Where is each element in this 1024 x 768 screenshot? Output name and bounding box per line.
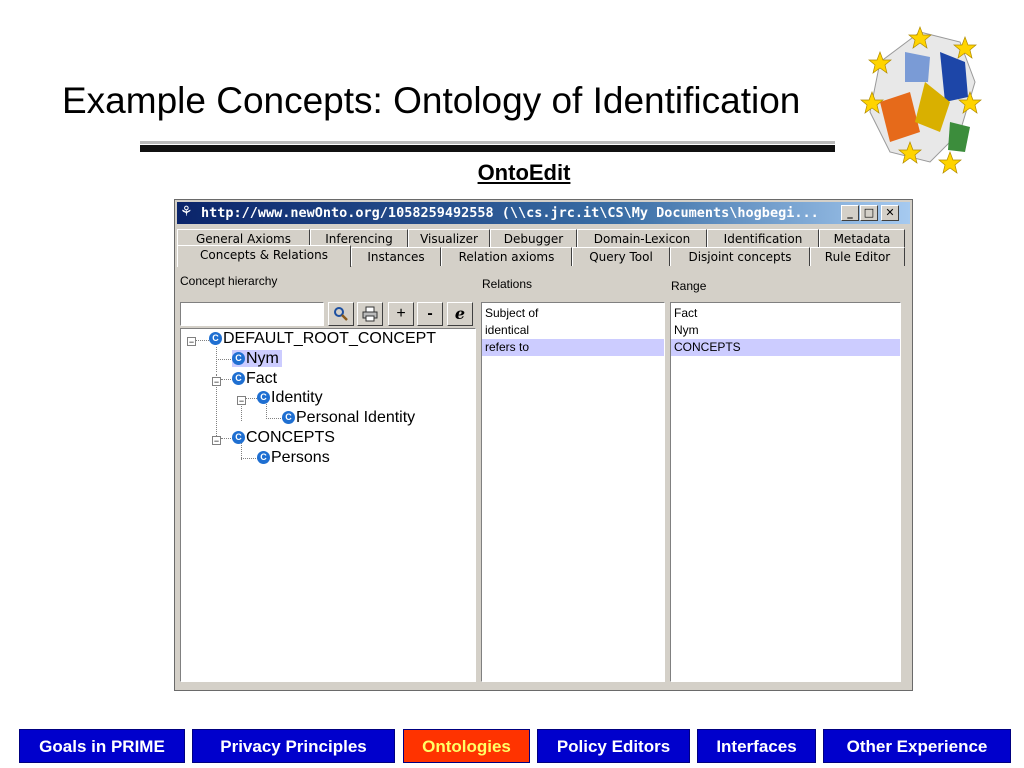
remove-concept-button[interactable]: - xyxy=(417,302,443,326)
concept-icon: C xyxy=(232,352,245,366)
range-list[interactable]: Fact Nym CONCEPTS xyxy=(670,302,901,682)
concept-icon: C xyxy=(209,332,222,346)
tree-node-nym[interactable]: C Nym xyxy=(232,350,282,367)
range-heading: Range xyxy=(671,279,707,293)
tree-node-persons[interactable]: C Persons xyxy=(257,449,330,466)
concept-icon: C xyxy=(232,431,245,445)
tab-disjoint-concepts[interactable]: Disjoint concepts xyxy=(670,247,810,266)
printer-icon xyxy=(362,306,378,322)
concept-tree-view[interactable]: − − − − C DEFAULT_ROOT_CONCEPT C Nym C Fact… xyxy=(180,328,476,682)
relation-row[interactable]: Subject of xyxy=(482,305,664,322)
tree-node-identity[interactable]: C Identity xyxy=(257,389,323,406)
tab-identification[interactable]: Identification xyxy=(707,229,819,248)
add-concept-button[interactable]: + xyxy=(388,302,414,326)
concept-search-input[interactable] xyxy=(180,302,324,326)
tab-domain-lexicon[interactable]: Domain-Lexicon xyxy=(577,229,707,248)
tree-node-default-root[interactable]: C DEFAULT_ROOT_CONCEPT xyxy=(209,330,436,347)
range-row-selected[interactable]: CONCEPTS xyxy=(671,339,900,356)
concept-hierarchy-heading: Concept hierarchy xyxy=(180,274,278,288)
window-titlebar[interactable]: ⚘ http://www.newOnto.org/1058259492558 (… xyxy=(177,202,910,224)
concept-icon: C xyxy=(282,411,295,425)
tab-relation-axioms[interactable]: Relation axioms xyxy=(441,247,572,266)
range-row[interactable]: Fact xyxy=(671,305,900,322)
tab-instances[interactable]: Instances xyxy=(351,247,441,266)
tab-concepts-relations[interactable]: Concepts & Relations xyxy=(177,245,351,267)
tree-node-personal-identity[interactable]: C Personal Identity xyxy=(282,409,415,426)
concept-icon: C xyxy=(257,391,270,405)
tree-node-fact[interactable]: C Fact xyxy=(232,370,277,387)
tree-node-concepts[interactable]: C CONCEPTS xyxy=(232,429,335,446)
concept-icon: C xyxy=(257,451,270,465)
eu-stars-emblem-logo xyxy=(860,26,982,174)
collapse-icon[interactable]: − xyxy=(212,436,221,446)
search-icon xyxy=(334,307,348,321)
tab-row-2: Concepts & Relations Instances Relation … xyxy=(177,245,910,267)
nav-privacy-principles[interactable]: Privacy Principles xyxy=(192,729,395,763)
nav-interfaces[interactable]: Interfaces xyxy=(697,729,816,763)
nav-goals-in-prime[interactable]: Goals in PRIME xyxy=(19,729,185,763)
collapse-icon[interactable]: − xyxy=(237,396,246,406)
relation-row[interactable]: identical xyxy=(482,322,664,339)
maximize-button[interactable]: □ xyxy=(860,205,878,221)
collapse-icon[interactable]: − xyxy=(212,377,221,387)
tab-debugger[interactable]: Debugger xyxy=(490,229,577,248)
subtitle: OntoEdit xyxy=(477,160,571,185)
slide-title: Example Concepts: Ontology of Identifica… xyxy=(62,80,801,121)
collapse-icon[interactable]: − xyxy=(187,337,196,347)
range-row[interactable]: Nym xyxy=(671,322,900,339)
tab-rule-editor[interactable]: Rule Editor xyxy=(810,247,905,266)
app-icon: ⚘ xyxy=(180,204,193,220)
relation-row-selected[interactable]: refers to xyxy=(482,339,664,356)
window-title: http://www.newOnto.org/1058259492558 (\\… xyxy=(201,205,819,221)
print-button[interactable] xyxy=(357,302,383,326)
nav-other-experience[interactable]: Other Experience xyxy=(823,729,1011,763)
tab-query-tool[interactable]: Query Tool xyxy=(572,247,670,266)
tab-visualizer[interactable]: Visualizer xyxy=(408,229,490,248)
minimize-button[interactable]: _ xyxy=(841,205,859,221)
relations-heading: Relations xyxy=(482,277,533,291)
relations-list[interactable]: Subject of identical refers to xyxy=(481,302,665,682)
close-button[interactable]: ✕ xyxy=(881,205,899,221)
tab-metadata[interactable]: Metadata xyxy=(819,229,905,248)
nav-ontologies[interactable]: Ontologies xyxy=(403,729,530,763)
edit-concept-button[interactable]: e xyxy=(447,302,473,326)
title-rule xyxy=(140,141,835,152)
nav-policy-editors[interactable]: Policy Editors xyxy=(537,729,690,763)
concept-icon: C xyxy=(232,372,245,386)
search-button[interactable] xyxy=(328,302,354,326)
